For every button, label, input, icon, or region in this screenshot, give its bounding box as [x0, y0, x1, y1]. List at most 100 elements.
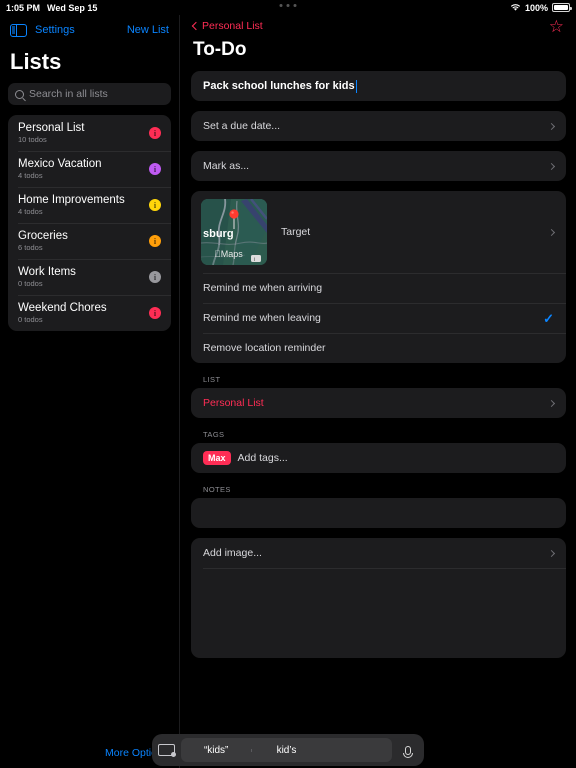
- three-dots-handle[interactable]: [279, 4, 297, 7]
- list-item-texts: Work Items 0 todos: [18, 266, 149, 289]
- notes-input[interactable]: [191, 498, 566, 528]
- remind-arriving-label: Remind me when arriving: [203, 282, 323, 294]
- remind-arriving-row[interactable]: Remind me when arriving: [191, 273, 566, 303]
- dot-2: [286, 4, 290, 7]
- remove-location-reminder-row[interactable]: Remove location reminder: [191, 333, 566, 363]
- list-item-name: Personal List: [18, 121, 85, 134]
- notes-row[interactable]: [191, 498, 566, 528]
- list-item-name: Work Items: [18, 265, 76, 278]
- list-item-count: 4 todos: [18, 206, 43, 216]
- list-item-texts: Personal List 10 todos: [18, 122, 149, 145]
- maps-attribution: Maps: [214, 249, 243, 259]
- search-placeholder: Search in all lists: [29, 88, 108, 100]
- detail-title: To-Do: [193, 39, 247, 60]
- chevron-right-icon: [547, 162, 556, 170]
- status-bar-right: 100%: [510, 3, 572, 13]
- microphone-icon[interactable]: [398, 745, 418, 758]
- sidebar-item-home-improvements[interactable]: Home Improvements 4 todos i: [8, 187, 171, 223]
- row-divider: [203, 333, 566, 334]
- tag-chip-max[interactable]: Max: [203, 451, 231, 465]
- todo-title-value: Pack school lunches for kids: [203, 80, 355, 92]
- sidebar-item-mexico-vacation[interactable]: Mexico Vacation 4 todos i: [8, 151, 171, 187]
- status-bar: 1:05 PM Wed Sep 15 100%: [0, 0, 576, 15]
- svg-text:i: i: [254, 257, 255, 263]
- mark-as-row[interactable]: Mark as...: [191, 151, 566, 181]
- location-name: Target: [281, 226, 311, 238]
- list-item-count: 6 todos: [18, 242, 43, 252]
- tags-section-header: TAGS: [203, 430, 225, 439]
- remove-location-label: Remove location reminder: [203, 342, 326, 354]
- location-row[interactable]: sburg Maps i Target: [191, 191, 566, 273]
- row-divider: [203, 273, 566, 274]
- todo-title-card: Pack school lunches for kids: [191, 71, 566, 101]
- map-thumbnail[interactable]: sburg Maps i: [201, 199, 267, 265]
- status-date: Wed Sep 15: [47, 2, 98, 13]
- back-button-label: Personal List: [202, 20, 263, 32]
- list-item-count: 0 todos: [18, 314, 43, 324]
- todo-title-input[interactable]: Pack school lunches for kids: [191, 71, 566, 101]
- due-date-label: Set a due date...: [203, 120, 281, 132]
- chevron-right-icon: [547, 228, 556, 236]
- mark-as-card[interactable]: Mark as...: [191, 151, 566, 181]
- new-list-button[interactable]: New List: [127, 24, 169, 36]
- list-item-texts: Weekend Chores 0 todos: [18, 302, 149, 325]
- add-image-divider: [191, 568, 566, 569]
- sidebar-toggle-icon[interactable]: [10, 23, 27, 37]
- due-date-row[interactable]: Set a due date...: [191, 111, 566, 141]
- status-time: 1:05 PM: [6, 2, 41, 13]
- search-input[interactable]: Search in all lists: [8, 83, 171, 105]
- list-item-count: 10 todos: [18, 134, 47, 144]
- search-icon: [15, 89, 24, 99]
- tags-card[interactable]: Max Add tags...: [191, 443, 566, 473]
- chevron-right-icon: [547, 122, 556, 130]
- list-item-texts: Home Improvements 4 todos: [18, 194, 149, 217]
- list-item-name: Weekend Chores: [18, 301, 107, 314]
- row-divider: [203, 568, 566, 569]
- sidebar-item-weekend-chores[interactable]: Weekend Chores 0 todos i: [8, 295, 171, 331]
- info-circle-icon[interactable]: i: [149, 307, 161, 319]
- remind-leaving-label: Remind me when leaving: [203, 312, 321, 324]
- mic-glyph: [403, 745, 413, 758]
- map-graphic: sburg Maps i: [201, 199, 267, 265]
- lists-card: Personal List 10 todos i Mexico Vacation…: [8, 115, 171, 331]
- sidebar: Settings New List Lists Search in all li…: [0, 15, 180, 768]
- location-card: sburg Maps i Target Remind me: [191, 191, 566, 363]
- tags-row[interactable]: Max Add tags...: [191, 443, 566, 473]
- due-date-card[interactable]: Set a due date...: [191, 111, 566, 141]
- battery-full-icon: [552, 3, 572, 12]
- remind-leaving-row[interactable]: Remind me when leaving ✓: [191, 303, 566, 333]
- list-item-name: Mexico Vacation: [18, 157, 102, 170]
- sidebar-item-personal-list[interactable]: Personal List 10 todos i: [8, 115, 171, 151]
- info-circle-icon[interactable]: i: [149, 127, 161, 139]
- prediction-item-1[interactable]: “kids”: [181, 745, 251, 756]
- list-item-texts: Groceries 6 todos: [18, 230, 149, 253]
- add-image-row[interactable]: Add image...: [191, 538, 566, 568]
- back-button[interactable]: Personal List: [191, 20, 263, 32]
- info-circle-icon[interactable]: i: [149, 235, 161, 247]
- mark-as-label: Mark as...: [203, 160, 250, 172]
- page-title: Lists: [10, 49, 62, 74]
- list-item-texts: Mexico Vacation 4 todos: [18, 158, 149, 181]
- detail-panel: Personal List ☆ To-Do Pack school lunche…: [181, 15, 576, 768]
- sidebar-item-work-items[interactable]: Work Items 0 todos i: [8, 259, 171, 295]
- prediction-item-2[interactable]: kid’s: [251, 745, 321, 756]
- info-circle-icon[interactable]: i: [149, 271, 161, 283]
- info-circle-icon[interactable]: i: [149, 199, 161, 211]
- info-circle-icon[interactable]: i: [149, 163, 161, 175]
- text-caret: [355, 79, 357, 93]
- list-card[interactable]: Personal List: [191, 388, 566, 418]
- list-item-name: Home Improvements: [18, 193, 125, 206]
- keyboard-hide-icon[interactable]: [158, 744, 176, 757]
- chevron-right-icon: [547, 549, 556, 557]
- settings-button[interactable]: Settings: [35, 24, 75, 36]
- sidebar-toolbar: Settings New List: [0, 15, 179, 45]
- sidebar-item-groceries[interactable]: Groceries 6 todos i: [8, 223, 171, 259]
- dot-1: [279, 4, 283, 7]
- svg-text:sburg: sburg: [203, 228, 234, 240]
- notes-section-header: NOTES: [203, 485, 231, 494]
- row-divider: [203, 303, 566, 304]
- star-outline-icon[interactable]: ☆: [549, 18, 564, 35]
- list-value-row[interactable]: Personal List: [191, 388, 566, 418]
- add-image-label: Add image...: [203, 547, 262, 559]
- add-image-card[interactable]: Add image...: [191, 538, 566, 658]
